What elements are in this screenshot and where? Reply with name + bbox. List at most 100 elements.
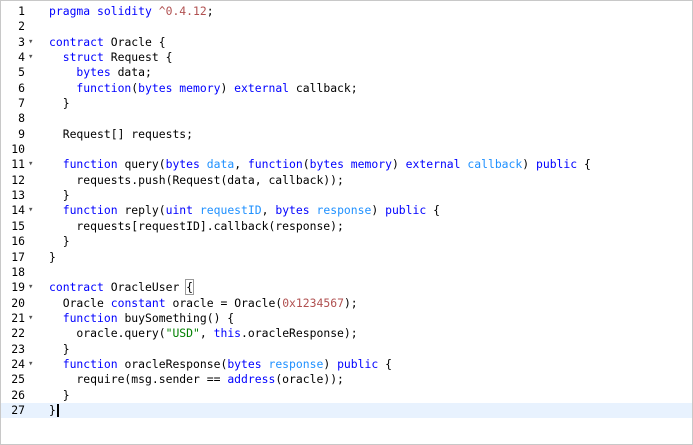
code-line[interactable]: 25 require(msg.sender == address(oracle)… — [1, 372, 692, 387]
code-line[interactable]: 26 } — [1, 388, 692, 403]
code-token: ); — [343, 295, 358, 310]
code-line[interactable]: 2 — [1, 19, 692, 34]
code-line[interactable]: 10 — [1, 142, 692, 157]
code-token: Oracle — [49, 295, 111, 310]
line-number: 27 — [11, 402, 25, 417]
code-line[interactable]: 20 Oracle constant oracle = Oracle(0x123… — [1, 296, 692, 311]
code-token: bytes — [227, 356, 269, 371]
code-token: "USD" — [165, 326, 200, 341]
line-number: 25 — [11, 372, 25, 387]
line-number: 16 — [11, 234, 25, 249]
code-line[interactable]: 11 ▾ function query(bytes data, function(… — [1, 157, 692, 172]
code-line[interactable]: 19 ▾ contract OracleUser { — [1, 279, 692, 296]
code-token: bytes memory — [309, 157, 392, 172]
code-token: ) — [522, 157, 536, 172]
code-line[interactable]: 16 } — [1, 234, 692, 249]
fold-toggle-icon[interactable]: ▾ — [28, 280, 38, 295]
code-text: bytes data; — [49, 65, 152, 80]
line-number: 4 — [18, 50, 25, 65]
code-line[interactable]: 1 pragma solidity ^0.4.12; — [1, 4, 692, 19]
code-line[interactable]: 23 } — [1, 342, 692, 357]
code-line[interactable]: 3 ▾ contract Oracle { — [1, 35, 692, 50]
code-token: external — [234, 80, 296, 95]
code-line[interactable]: 8 — [1, 111, 692, 126]
line-number: 21 — [11, 310, 25, 325]
code-text: } — [49, 342, 70, 357]
code-line[interactable]: 24 ▾ function oracleResponse(bytes respon… — [1, 357, 692, 372]
line-number: 10 — [11, 142, 25, 157]
code-line[interactable]: 17} — [1, 250, 692, 265]
code-line[interactable]: 7 } — [1, 96, 692, 111]
code-line[interactable]: 12 requests.push(Request(data, callback)… — [1, 173, 692, 188]
line-number: 19 — [11, 280, 25, 295]
code-area[interactable]: 1 pragma solidity ^0.4.12; 2 3 ▾ contract Ora… — [1, 4, 692, 419]
code-token: requests.push(Request(data, callback)); — [49, 172, 344, 187]
line-number: 15 — [11, 218, 25, 233]
fold-toggle-icon[interactable]: ▾ — [28, 203, 38, 218]
line-number: 3 — [18, 34, 25, 49]
fold-toggle-icon[interactable]: ▾ — [28, 50, 38, 65]
fold-toggle-icon[interactable]: ▾ — [28, 311, 38, 326]
code-token: bytes — [165, 157, 207, 172]
fold-toggle-icon[interactable]: ▾ — [28, 35, 38, 50]
code-token: } — [49, 402, 56, 417]
code-token: , — [261, 203, 276, 218]
code-text: contract Oracle { — [49, 35, 166, 50]
code-line[interactable]: 4 ▾ struct Request { — [1, 50, 692, 65]
code-token: address — [227, 372, 276, 387]
code-token: } — [49, 96, 70, 111]
code-text: } — [49, 403, 59, 418]
code-line[interactable]: 21 ▾ function buySomething() { — [1, 311, 692, 326]
code-line[interactable]: 14 ▾ function reply(uint requestID, bytes… — [1, 203, 692, 218]
code-token: require(msg.sender == — [49, 372, 228, 387]
fold-toggle-icon[interactable]: ▾ — [28, 157, 38, 172]
code-token: pragma solidity — [49, 4, 159, 18]
code-token: constant — [110, 295, 173, 310]
matched-bracket: { — [185, 279, 195, 296]
code-token: { — [378, 356, 392, 371]
code-line[interactable]: 27} — [1, 402, 692, 419]
code-token: requestID — [199, 203, 262, 218]
code-line[interactable]: 13 } — [1, 188, 692, 203]
code-token: contract — [49, 280, 111, 295]
code-token: bytes — [49, 65, 118, 80]
line-number: 20 — [11, 295, 25, 310]
code-line[interactable]: 18 — [1, 265, 692, 280]
code-text: } — [49, 96, 70, 111]
code-token: requests[requestID].callback(response); — [49, 218, 344, 233]
code-token: function — [49, 80, 132, 95]
code-token: Request[] requests; — [49, 126, 194, 141]
code-line[interactable]: 15 requests[requestID].callback(response… — [1, 219, 692, 234]
code-token: callback; — [295, 80, 358, 95]
code-token: ( — [302, 157, 310, 172]
line-number: 26 — [11, 387, 25, 402]
code-text: function reply(uint requestID, bytes res… — [49, 203, 440, 218]
line-number: 17 — [11, 249, 25, 264]
code-token: buySomething() { — [124, 310, 235, 325]
code-editor[interactable]: 1 pragma solidity ^0.4.12; 2 3 ▾ contract Ora… — [0, 0, 693, 445]
code-token: function — [247, 157, 303, 172]
line-number: 14 — [11, 203, 25, 218]
code-line[interactable]: 5 bytes data; — [1, 65, 692, 80]
code-text: function buySomething() { — [49, 311, 234, 326]
fold-toggle-icon[interactable]: ▾ — [28, 357, 38, 372]
code-token: bytes — [275, 203, 317, 218]
code-token: { — [426, 203, 440, 218]
line-number: 6 — [18, 80, 25, 95]
code-text: struct Request { — [49, 50, 173, 65]
code-token: } — [49, 249, 56, 264]
code-text: oracle.query("USD", this.oracleResponse)… — [49, 326, 357, 341]
code-token: Request { — [110, 50, 173, 65]
code-line[interactable]: 9 Request[] requests; — [1, 127, 692, 142]
code-text: Request[] requests; — [49, 127, 193, 142]
code-text: pragma solidity ^0.4.12; — [49, 4, 214, 19]
code-token: function — [49, 310, 125, 325]
code-token: bytes memory — [138, 80, 221, 95]
line-number: 23 — [11, 341, 25, 356]
code-line[interactable]: 22 oracle.query("USD", this.oracleRespon… — [1, 326, 692, 341]
code-token: , — [199, 326, 214, 341]
code-token: query( — [124, 157, 166, 172]
code-token: data; — [117, 65, 152, 80]
line-number: 12 — [11, 172, 25, 187]
code-line[interactable]: 6 function(bytes memory) external callba… — [1, 81, 692, 96]
